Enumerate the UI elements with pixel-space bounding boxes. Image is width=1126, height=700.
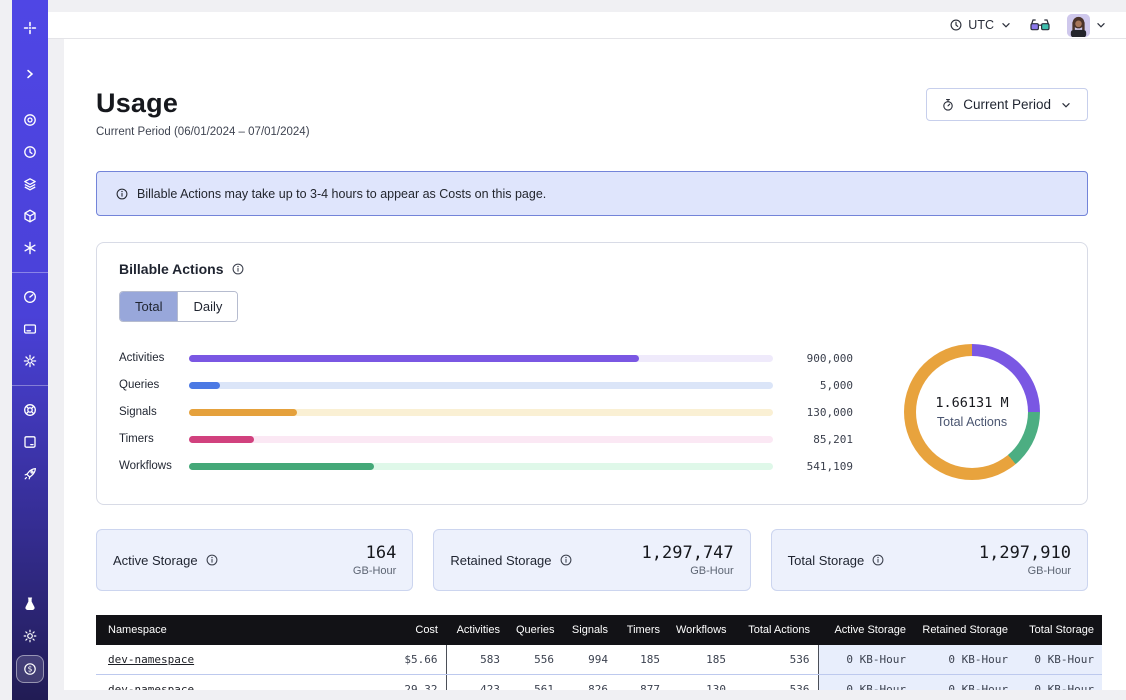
col-active-storage: Active Storage [818, 615, 914, 645]
billing-card-icon[interactable] [17, 316, 43, 342]
info-icon[interactable] [205, 553, 219, 567]
storage-card-value: 1,297,910 [979, 543, 1071, 563]
bar-label: Workflows [119, 460, 189, 472]
glasses-icon[interactable] [1029, 17, 1051, 33]
info-icon[interactable] [871, 553, 885, 567]
bar-label: Queries [119, 379, 189, 391]
info-icon [115, 187, 129, 201]
chevron-down-icon [1059, 98, 1073, 112]
storage-card-value: 1,297,747 [642, 543, 734, 563]
period-selector-button[interactable]: Current Period [926, 88, 1088, 121]
timezone-selector[interactable]: UTC [949, 18, 1013, 32]
bar-value: 130,000 [791, 406, 853, 419]
clock-icon [949, 18, 963, 32]
bar-workflows: Workflows 541,109 [119, 460, 853, 473]
usage-dollar-icon[interactable]: $ [16, 655, 44, 683]
svg-text:$: $ [28, 665, 33, 674]
storage-card-label: Total Storage [788, 553, 865, 568]
rocket-icon[interactable] [17, 461, 43, 487]
billable-bar-chart: Activities 900,000 Queries 5,000 Signals… [119, 352, 853, 473]
billable-actions-title: Billable Actions [119, 261, 224, 277]
docs-icon[interactable] [17, 429, 43, 455]
page-subtitle: Current Period (06/01/2024 – 07/01/2024) [96, 126, 310, 138]
bar-value: 85,201 [791, 433, 853, 446]
namespace-usage-table: Namespace Cost Activities Queries Signal… [96, 615, 1102, 690]
app-sidebar: $ [12, 0, 48, 700]
bar-activities: Activities 900,000 [119, 352, 853, 365]
chevron-down-icon [999, 18, 1013, 32]
tab-daily[interactable]: Daily [177, 292, 237, 321]
billable-actions-card: Billable Actions Total Daily Activities … [96, 242, 1088, 505]
col-workflows: Workflows [668, 615, 734, 645]
storage-card-unit: GB-Hour [642, 565, 734, 577]
flask-icon[interactable] [17, 591, 43, 617]
total-actions-label: Total Actions [937, 415, 1007, 429]
period-selector-label: Current Period [963, 97, 1051, 112]
bar-label: Timers [119, 433, 189, 445]
storage-card-label: Retained Storage [450, 553, 551, 568]
total-actions-donut: 1.66131 M Total Actions [904, 344, 1040, 480]
gauge-icon[interactable] [17, 284, 43, 310]
bar-signals: Signals 130,000 [119, 406, 853, 419]
tab-total[interactable]: Total [120, 292, 177, 321]
page-title: Usage [96, 88, 310, 119]
table-row: dev-namespace $5.66 583 556 994 185 185 … [96, 645, 1102, 675]
storage-card-label: Active Storage [113, 553, 198, 568]
layers-icon[interactable] [17, 171, 43, 197]
billable-view-tabs: Total Daily [119, 291, 238, 322]
total-storage-card: Total Storage 1,297,910 GB-Hour [771, 529, 1088, 591]
info-icon[interactable] [231, 262, 245, 276]
storage-summary-row: Active Storage 164 GB-Hour Retained Stor… [96, 529, 1088, 591]
table-header-row: Namespace Cost Activities Queries Signal… [96, 615, 1102, 645]
lifebuoy-icon[interactable] [17, 397, 43, 423]
bar-value: 900,000 [791, 352, 853, 365]
storage-card-unit: GB-Hour [979, 565, 1071, 577]
bar-value: 5,000 [791, 379, 853, 392]
bar-label: Activities [119, 352, 189, 364]
info-banner: Billable Actions may take up to 3-4 hour… [96, 171, 1088, 216]
namespace-link[interactable]: dev-namespace [108, 683, 194, 690]
user-menu[interactable] [1067, 14, 1108, 37]
info-icon[interactable] [559, 553, 573, 567]
top-bar: UTC [48, 12, 1126, 39]
cube-icon[interactable] [17, 203, 43, 229]
col-queries: Queries [508, 615, 562, 645]
settings-gear-icon[interactable] [17, 348, 43, 374]
main-panel: Usage Current Period (06/01/2024 – 07/01… [64, 39, 1126, 690]
col-timers: Timers [616, 615, 668, 645]
timezone-label: UTC [968, 18, 994, 32]
col-total-actions: Total Actions [734, 615, 818, 645]
namespace-link[interactable]: dev-namespace [108, 653, 194, 666]
col-namespace: Namespace [96, 615, 346, 645]
col-signals: Signals [562, 615, 616, 645]
storage-card-value: 164 [353, 543, 396, 563]
bar-queries: Queries 5,000 [119, 379, 853, 392]
total-actions-value: 1.66131 M [935, 395, 1008, 411]
stopwatch-icon [941, 98, 955, 112]
bar-value: 541,109 [791, 460, 853, 473]
avatar [1067, 14, 1090, 37]
chevron-down-icon [1094, 18, 1108, 32]
retry-clock-icon[interactable] [17, 139, 43, 165]
info-banner-text: Billable Actions may take up to 3-4 hour… [137, 187, 546, 201]
temporal-logo-icon[interactable] [17, 15, 43, 41]
col-activities: Activities [446, 615, 508, 645]
theme-sun-icon[interactable] [17, 623, 43, 649]
spiral-icon[interactable] [17, 107, 43, 133]
bar-timers: Timers 85,201 [119, 433, 853, 446]
asterisk-icon[interactable] [17, 235, 43, 261]
storage-card-unit: GB-Hour [353, 565, 396, 577]
col-cost: Cost [346, 615, 446, 645]
active-storage-card: Active Storage 164 GB-Hour [96, 529, 413, 591]
bar-label: Signals [119, 406, 189, 418]
col-retained-storage: Retained Storage [914, 615, 1016, 645]
expand-chevron-icon[interactable] [17, 61, 43, 87]
retained-storage-card: Retained Storage 1,297,747 GB-Hour [433, 529, 750, 591]
col-total-storage: Total Storage [1016, 615, 1102, 645]
table-row: dev-namespace 29.32 423 561 826 877 130 … [96, 675, 1102, 691]
